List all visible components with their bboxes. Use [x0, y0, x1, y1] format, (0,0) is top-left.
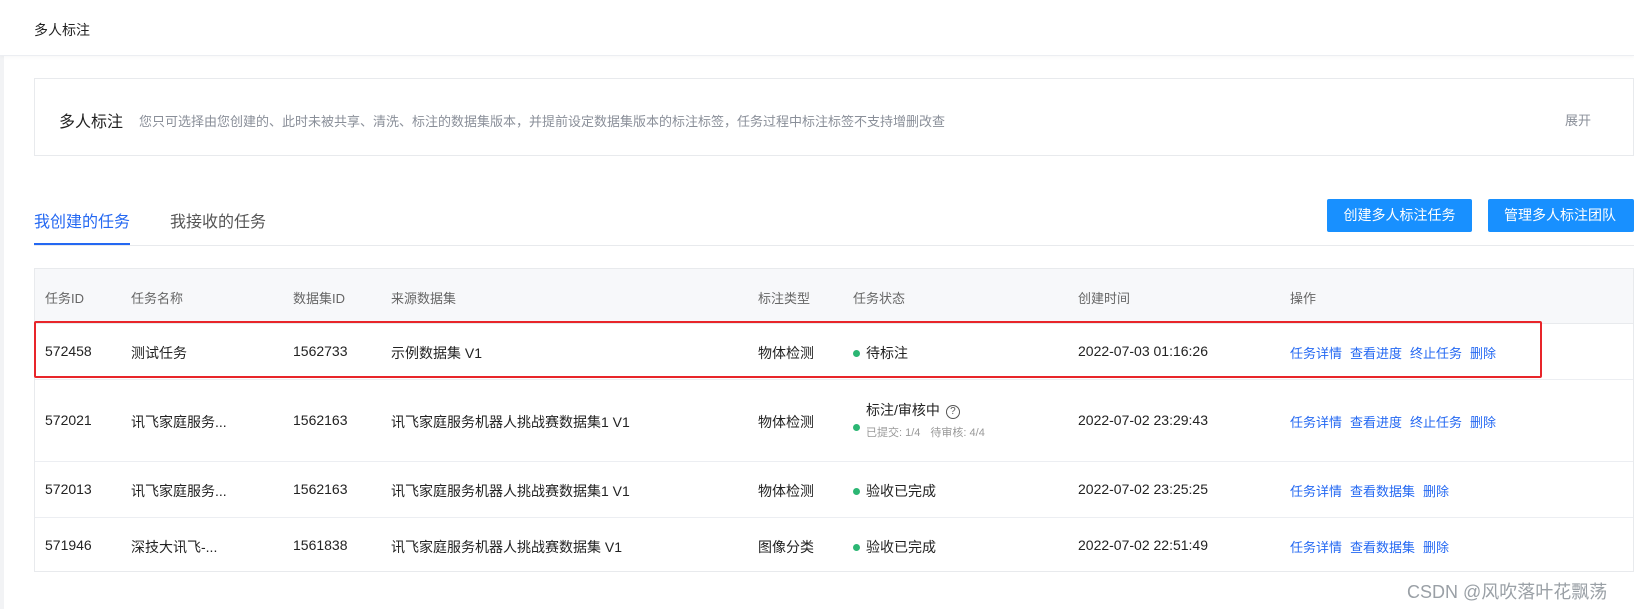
stop-task-link[interactable]: 终止任务 [1410, 346, 1462, 361]
status-progress: 已提交: 1/4 待审核: 4/4 [866, 424, 985, 440]
pending-count: 待审核: 4/4 [930, 427, 985, 439]
header-task-name: 任务名称 [131, 291, 184, 306]
source-dataset: 讯飞家庭服务机器人挑战赛数据集1 V1 [391, 414, 630, 430]
dataset-id: 1562733 [293, 343, 348, 359]
task-detail-link[interactable]: 任务详情 [1290, 540, 1342, 555]
created-time: 2022-07-02 23:29:43 [1078, 412, 1208, 428]
view-dataset-link[interactable]: 查看数据集 [1350, 484, 1415, 499]
status-dot-wrap [853, 419, 866, 437]
view-dataset-link[interactable]: 查看数据集 [1350, 540, 1415, 555]
info-description: 您只可选择由您创建的、此时未被共享、清洗、标注的数据集版本，并提前设定数据集版本… [139, 114, 946, 129]
stop-task-link[interactable]: 终止任务 [1410, 415, 1462, 430]
annotation-type: 物体检测 [758, 345, 814, 361]
info-title: 多人标注 [59, 114, 124, 131]
table-row: 572013 讯飞家庭服务... 1562163 讯飞家庭服务机器人挑战赛数据集… [35, 462, 1633, 518]
create-task-button[interactable]: 创建多人标注任务 [1327, 199, 1472, 232]
task-name: 讯飞家庭服务... [131, 483, 227, 499]
annotation-type: 物体检测 [758, 483, 814, 499]
dataset-id: 1561838 [293, 537, 348, 553]
page: 多人标注 多人标注 您只可选择由您创建的、此时未被共享、清洗、标注的数据集版本，… [0, 0, 1634, 609]
task-status: 验收已完成 [853, 537, 936, 557]
created-time: 2022-07-03 01:16:26 [1078, 343, 1208, 359]
task-name: 讯飞家庭服务... [131, 414, 227, 430]
header-created-time: 创建时间 [1078, 291, 1131, 306]
table-header: 任务ID 任务名称 数据集ID 来源数据集 标注类型 任务状态 创建时间 操作 [35, 269, 1633, 324]
table-row: 572458 测试任务 1562733 示例数据集 V1 物体检测 待标注 20… [35, 324, 1633, 380]
annotation-type: 物体检测 [758, 414, 814, 430]
source-dataset: 讯飞家庭服务机器人挑战赛数据集1 V1 [391, 483, 630, 499]
status-text: 验收已完成 [866, 483, 936, 499]
status-dot-icon [853, 350, 860, 357]
header-dataset-id: 数据集ID [293, 291, 346, 306]
row-operations: 任务详情 查看数据集 删除 [1290, 537, 1457, 556]
dataset-id: 1562163 [293, 481, 348, 497]
task-name: 深技大讯飞-... [131, 539, 218, 555]
table-row: 571946 深技大讯飞-... 1561838 讯飞家庭服务机器人挑战赛数据集… [35, 518, 1633, 573]
task-id: 572458 [45, 343, 92, 359]
delete-link[interactable]: 删除 [1470, 415, 1496, 430]
status-text: 标注/审核中? [866, 400, 960, 420]
page-title: 多人标注 [34, 22, 90, 38]
task-table: 任务ID 任务名称 数据集ID 来源数据集 标注类型 任务状态 创建时间 操作 … [34, 268, 1634, 572]
status-label: 标注/审核中 [866, 402, 940, 418]
task-id: 571946 [45, 537, 92, 553]
manage-team-button[interactable]: 管理多人标注团队 [1488, 199, 1634, 232]
status-dot-icon [853, 544, 860, 551]
header-operations: 操作 [1290, 291, 1317, 306]
view-progress-link[interactable]: 查看进度 [1350, 346, 1402, 361]
task-detail-link[interactable]: 任务详情 [1290, 484, 1342, 499]
task-name: 测试任务 [131, 345, 187, 361]
submitted-count: 已提交: 1/4 [866, 427, 921, 439]
source-dataset: 示例数据集 V1 [391, 345, 483, 361]
tab-my-created[interactable]: 我创建的任务 [34, 208, 131, 245]
expand-link[interactable]: 展开 [1565, 110, 1591, 129]
task-id: 572021 [45, 412, 92, 428]
source-dataset: 讯飞家庭服务机器人挑战赛数据集 V1 [391, 539, 623, 555]
delete-link[interactable]: 删除 [1423, 484, 1449, 499]
delete-link[interactable]: 删除 [1470, 346, 1496, 361]
view-progress-link[interactable]: 查看进度 [1350, 415, 1402, 430]
dataset-id: 1562163 [293, 412, 348, 428]
task-detail-link[interactable]: 任务详情 [1290, 415, 1342, 430]
left-sidebar-edge [0, 56, 4, 609]
created-time: 2022-07-02 23:25:25 [1078, 481, 1208, 497]
status-dot-icon [853, 488, 860, 495]
status-text: 验收已完成 [866, 539, 936, 555]
delete-link[interactable]: 删除 [1423, 540, 1449, 555]
header-task-status: 任务状态 [853, 291, 906, 306]
created-time: 2022-07-02 22:51:49 [1078, 537, 1208, 553]
status-text: 待标注 [866, 345, 908, 361]
header-task-id: 任务ID [45, 291, 85, 306]
header-source-dataset: 来源数据集 [391, 291, 457, 306]
help-icon[interactable]: ? [945, 405, 960, 419]
top-bar: 多人标注 [0, 0, 1634, 56]
row-operations: 任务详情 查看数据集 删除 [1290, 481, 1457, 500]
status-dot-icon [853, 424, 860, 431]
info-card: 多人标注 您只可选择由您创建的、此时未被共享、清洗、标注的数据集版本，并提前设定… [34, 78, 1634, 156]
task-status: 待标注 [853, 343, 908, 363]
watermark: CSDN @风吹落叶花飘荡 [1407, 582, 1608, 602]
annotation-type: 图像分类 [758, 539, 814, 555]
header-annotation-type: 标注类型 [758, 291, 811, 306]
tab-my-received[interactable]: 我接收的任务 [170, 208, 266, 245]
row-operations: 任务详情 查看进度 终止任务 删除 [1290, 412, 1504, 431]
task-id: 572013 [45, 481, 92, 497]
row-operations: 任务详情 查看进度 终止任务 删除 [1290, 343, 1504, 362]
task-status: 验收已完成 [853, 481, 936, 501]
table-row: 572021 讯飞家庭服务... 1562163 讯飞家庭服务机器人挑战赛数据集… [35, 380, 1633, 462]
task-detail-link[interactable]: 任务详情 [1290, 346, 1342, 361]
